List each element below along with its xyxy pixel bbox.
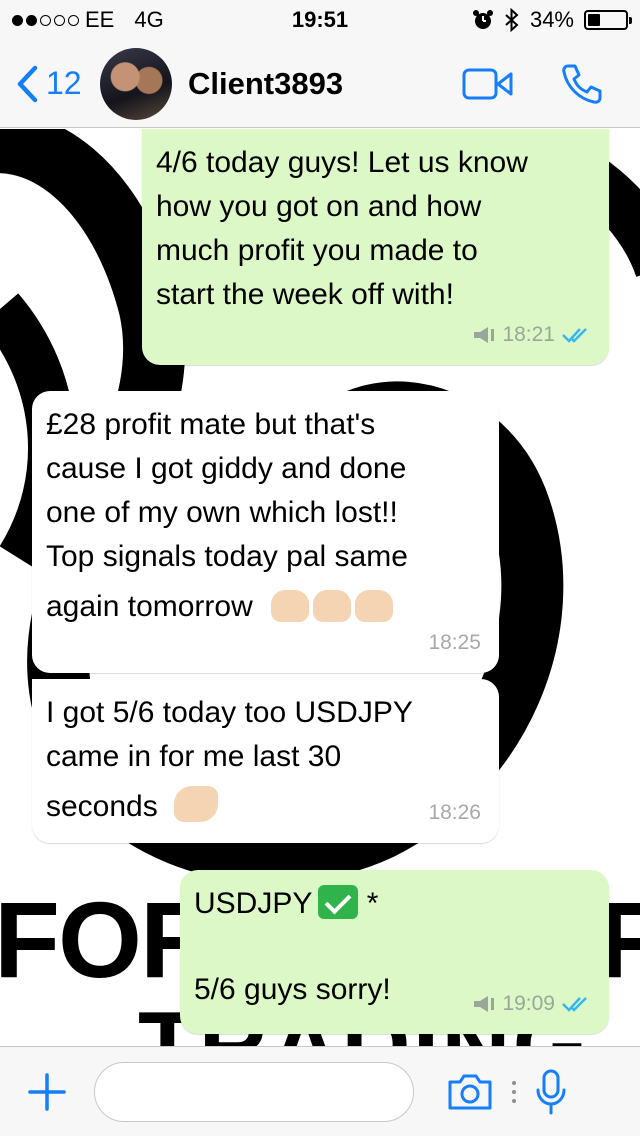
header-actions <box>462 62 640 106</box>
contact-name[interactable]: Client3893 <box>188 66 462 102</box>
message-text-line: much profit you made to <box>156 234 478 267</box>
clapping-hands-emoji-icon <box>174 786 219 822</box>
broadcast-icon <box>474 327 495 343</box>
message-text: again tomorrow <box>46 590 253 623</box>
message-input[interactable] <box>94 1061 414 1122</box>
phone-call-icon[interactable] <box>560 62 604 106</box>
message-text-line: one of my own which lost!! <box>46 496 398 529</box>
message-incoming[interactable]: £28 profit mate but that's cause I got g… <box>32 391 499 673</box>
status-right: 34% <box>408 7 632 33</box>
check-mark-emoji-icon <box>318 885 359 919</box>
back-unread-count: 12 <box>46 65 82 101</box>
network-label: 4G <box>134 7 164 32</box>
back-button[interactable]: 12 <box>0 65 100 103</box>
message-text: seconds <box>46 790 158 823</box>
message-outgoing[interactable]: 4/6 today guys! Let us know how you got … <box>142 129 609 365</box>
battery-fill <box>588 14 601 26</box>
microphone-icon[interactable] <box>534 1068 568 1116</box>
message-input-bar <box>0 1046 640 1136</box>
message-text-line: Top signals today pal same <box>46 540 408 573</box>
input-actions <box>446 1068 568 1116</box>
raised-hands-emoji-icon <box>313 590 352 622</box>
video-call-icon[interactable] <box>462 68 514 100</box>
read-receipt-icon <box>562 997 587 1012</box>
message-meta: 18:26 <box>428 791 481 835</box>
message-time: 18:26 <box>428 801 481 824</box>
message-text-line: came in for me last 30 <box>46 740 342 773</box>
message-text-line: 4/6 today guys! Let us know <box>156 146 528 179</box>
message-text: USDJPY <box>194 887 313 920</box>
battery-percent: 34% <box>529 7 574 32</box>
chat-area[interactable]: FOR F TRADING 4/6 today guys! Let us kno… <box>0 129 640 1046</box>
read-receipt-icon <box>562 328 587 343</box>
message-text-line: how you got on and how <box>156 190 482 223</box>
message-text-line: cause I got giddy and done <box>46 452 407 485</box>
message-text-line: £28 profit mate but that's <box>46 408 376 441</box>
alarm-icon <box>472 10 493 29</box>
message-text-line-with-emoji: again tomorrow <box>46 585 485 629</box>
status-left: EE 4G <box>12 7 232 33</box>
message-time: 18:25 <box>428 631 481 654</box>
chevron-left-icon <box>17 65 38 102</box>
avatar[interactable] <box>100 47 172 120</box>
message-time: 19:09 <box>502 992 555 1015</box>
message-text: * <box>358 887 379 920</box>
message-text-line: I got 5/6 today too USDJPY <box>46 696 413 729</box>
status-bar: EE 4G 19:51 34% <box>0 0 640 40</box>
message-time: 18:21 <box>502 323 555 346</box>
message-meta: 18:25 <box>428 621 481 665</box>
raised-hands-emoji-icon <box>355 590 394 622</box>
bluetooth-icon <box>505 8 519 32</box>
chat-header: 12 Client3893 <box>0 40 640 128</box>
broadcast-icon <box>474 996 495 1012</box>
carrier-label: EE <box>85 7 115 32</box>
message-meta: 19:09 <box>472 982 591 1026</box>
signal-strength-icon <box>12 14 79 26</box>
message-text-line: USDJPY * <box>194 882 595 926</box>
plus-icon <box>28 1072 66 1111</box>
message-outgoing[interactable]: USDJPY * 5/6 guys sorry! 19:09 <box>180 870 609 1034</box>
camera-icon[interactable] <box>446 1072 494 1112</box>
attach-button[interactable] <box>0 1072 94 1112</box>
raised-hands-emoji-icon <box>271 590 310 622</box>
message-text-line-with-emoji: seconds <box>46 785 485 829</box>
more-options-icon[interactable] <box>512 1080 516 1103</box>
message-text-line: start the week off with! <box>156 278 454 311</box>
message-incoming[interactable]: I got 5/6 today too USDJPY came in for m… <box>32 679 499 843</box>
status-time: 19:51 <box>291 7 349 32</box>
message-meta: 18:21 <box>472 313 591 357</box>
battery-icon <box>584 10 632 30</box>
